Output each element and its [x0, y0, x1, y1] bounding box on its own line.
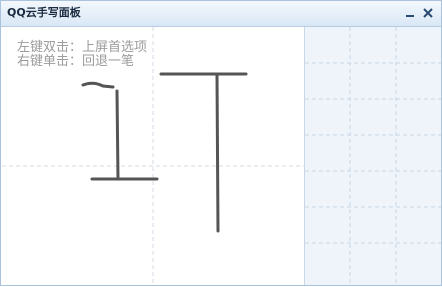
handwriting-window: QQ云手写面板 左键双击：上屏首选项 右键单击：回退一笔	[0, 0, 442, 286]
candidate-panel	[305, 27, 441, 285]
candidate-grid	[305, 27, 441, 285]
minimize-icon	[406, 15, 414, 17]
close-button[interactable]	[421, 6, 435, 20]
minimize-button[interactable]	[403, 6, 417, 20]
title-bar[interactable]: QQ云手写面板	[1, 1, 441, 27]
hint-double-click: 左键双击：上屏首选项	[17, 40, 148, 55]
window-title: QQ云手写面板	[7, 6, 81, 19]
writing-pad[interactable]: 左键双击：上屏首选项 右键单击：回退一笔	[2, 27, 305, 285]
close-icon	[423, 8, 433, 18]
hint-right-click: 右键单击：回退一笔	[17, 54, 135, 69]
